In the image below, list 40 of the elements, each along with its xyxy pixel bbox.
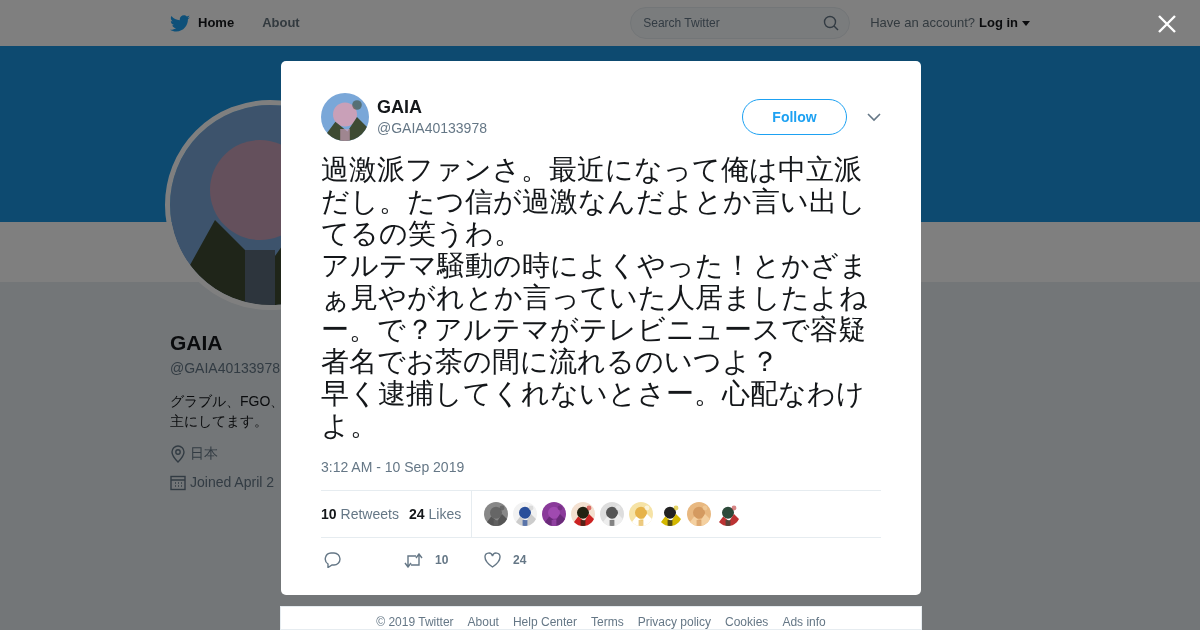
footer-link[interactable]: Help Center <box>512 615 577 629</box>
nav-link[interactable]: Home <box>170 13 235 33</box>
bird-icon <box>170 14 190 32</box>
profile-bio: グラブル、FGO、 主にしてます。 <box>170 392 281 431</box>
user-avatar[interactable] <box>321 93 369 141</box>
profile-handle: @GAIA40133978 <box>170 359 281 378</box>
footer-link[interactable]: Privacy policy <box>637 615 711 629</box>
calendar-icon <box>170 474 186 491</box>
footer-link[interactable]: Ads info <box>782 615 826 629</box>
footer-link[interactable]: © 2019 Twitter <box>376 615 454 629</box>
profile-location: 日本 <box>190 444 218 463</box>
chevron-down-icon[interactable] <box>867 112 881 122</box>
close-icon[interactable] <box>1158 15 1176 33</box>
profile-name: GAIA <box>170 330 224 356</box>
stat-label[interactable]: Retweets <box>340 503 399 525</box>
profile-joined-date: Joined April 2 <box>190 473 275 492</box>
footer-link[interactable]: About <box>467 615 499 629</box>
speech-bubble-icon <box>324 552 341 568</box>
search-field[interactable]: Search Twitter <box>630 7 851 39</box>
footer-link[interactable]: Cookies <box>725 615 769 629</box>
tweet-text: 過激派ファンさ。最近になって俺は中立派だし。たつ信が過激なんだよとか言い出してるの笑うわ。 <box>321 153 867 249</box>
stat-label[interactable]: Likes <box>428 503 462 525</box>
nav-link[interactable]: About <box>262 13 300 33</box>
search-icon[interactable] <box>823 15 840 31</box>
like-button[interactable]: 24 <box>481 551 561 569</box>
retweet-button[interactable]: 10 <box>401 551 481 569</box>
account-prompt: Have an account? <box>870 14 975 33</box>
caret-icon <box>1022 20 1030 26</box>
retweet-icon <box>404 552 423 568</box>
user-name[interactable]: GAIA <box>377 96 487 118</box>
user-handle: @GAIA40133978 <box>377 119 487 138</box>
heart-icon <box>484 552 501 568</box>
tweet-timestamp: 3:12 AM - 10 Sep 2019 <box>321 458 466 477</box>
stat-count[interactable]: 10 <box>321 503 337 525</box>
login-button[interactable]: Log in <box>979 13 1030 33</box>
location-pin-icon <box>170 444 186 463</box>
tweet-text: 早く逮捕してくれないとさー。心配なわけよ。 <box>321 377 866 441</box>
tweet-text: アルテマ騒動の時によくやった！とかざまぁ見やがれとか言っていた人居ましたよねー。で？アルテマがテレビニュースで容疑者名でお茶の間に流れるのいつよ？ <box>321 249 869 377</box>
footer-link[interactable]: Terms <box>591 615 624 629</box>
stat-count[interactable]: 24 <box>408 503 425 525</box>
